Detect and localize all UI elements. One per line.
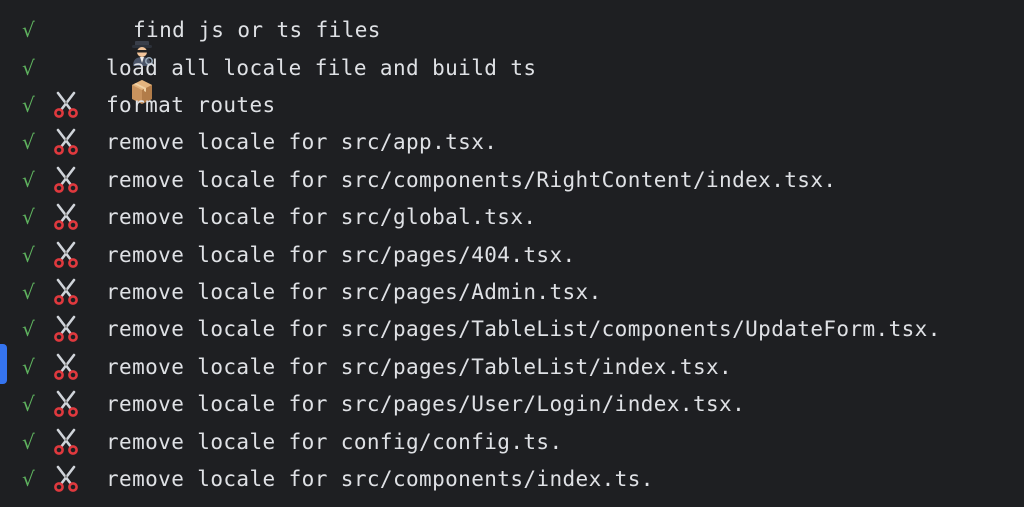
check-mark: √ xyxy=(22,242,35,267)
log-line: √ remove locale for src/pages/404.tsx. xyxy=(0,236,1024,273)
log-message: remove locale for src/components/RightCo… xyxy=(106,167,837,192)
log-message: remove locale for config/config.ts. xyxy=(106,429,563,454)
scissors-icon xyxy=(52,389,80,417)
check-mark: √ xyxy=(22,204,35,229)
package-icon xyxy=(52,53,152,104)
log-message: remove locale for src/pages/TableList/co… xyxy=(106,316,941,341)
check-mark: √ xyxy=(22,129,35,154)
check-mark: √ xyxy=(22,279,35,304)
log-line: √ remove locale for src/components/Right… xyxy=(0,161,1024,198)
scissors-icon xyxy=(52,427,80,455)
log-line: √ remove locale for src/pages/TableList/… xyxy=(0,348,1024,385)
log-message: find js or ts files xyxy=(133,17,381,42)
log-line: √ remove locale for src/components/index… xyxy=(0,460,1024,497)
log-message: remove locale for src/pages/User/Login/i… xyxy=(106,391,746,416)
check-mark: √ xyxy=(22,429,35,454)
scissors-icon xyxy=(52,127,80,155)
log-message: format routes xyxy=(106,92,276,117)
check-mark: √ xyxy=(22,55,35,80)
check-mark: √ xyxy=(22,167,35,192)
scissors-icon xyxy=(52,202,80,230)
log-line: √ remove locale for src/pages/Admin.tsx. xyxy=(0,273,1024,310)
scissors-icon xyxy=(52,314,80,342)
scissors-icon xyxy=(52,240,80,268)
log-message: remove locale for src/app.tsx. xyxy=(106,129,498,154)
log-line: √ load all locale file and build ts xyxy=(0,49,1024,104)
log-message: load all locale file and build ts xyxy=(106,55,537,80)
terminal-output[interactable]: √ find js or ts files √ load all locale … xyxy=(0,0,1024,507)
log-message: remove locale for src/components/index.t… xyxy=(106,466,654,491)
log-line: √ remove locale for config/config.ts. xyxy=(0,423,1024,460)
log-line: √ remove locale for src/app.tsx. xyxy=(0,123,1024,160)
scissors-icon xyxy=(52,90,80,118)
check-mark: √ xyxy=(22,92,35,117)
log-message: remove locale for src/pages/Admin.tsx. xyxy=(106,279,602,304)
check-mark: √ xyxy=(22,17,35,42)
log-message: remove locale for src/pages/TableList/in… xyxy=(106,354,733,379)
log-message: remove locale for src/pages/404.tsx. xyxy=(106,242,576,267)
check-mark: √ xyxy=(22,316,35,341)
scissors-icon xyxy=(52,464,80,492)
check-mark: √ xyxy=(22,466,35,491)
log-line: √ remove locale for src/pages/TableList/… xyxy=(0,310,1024,347)
check-mark: √ xyxy=(22,354,35,379)
log-line: √ find js or ts files xyxy=(0,11,1024,67)
scissors-icon xyxy=(52,277,80,305)
scissors-icon xyxy=(52,352,80,380)
check-mark: √ xyxy=(22,391,35,416)
scissors-icon xyxy=(52,165,80,193)
log-line: √ remove locale for src/global.tsx. xyxy=(0,198,1024,235)
log-message: remove locale for src/global.tsx. xyxy=(106,204,537,229)
detective-icon xyxy=(52,15,155,67)
log-line: √ remove locale for src/pages/User/Login… xyxy=(0,385,1024,422)
log-line: √ format routes xyxy=(0,86,1024,123)
